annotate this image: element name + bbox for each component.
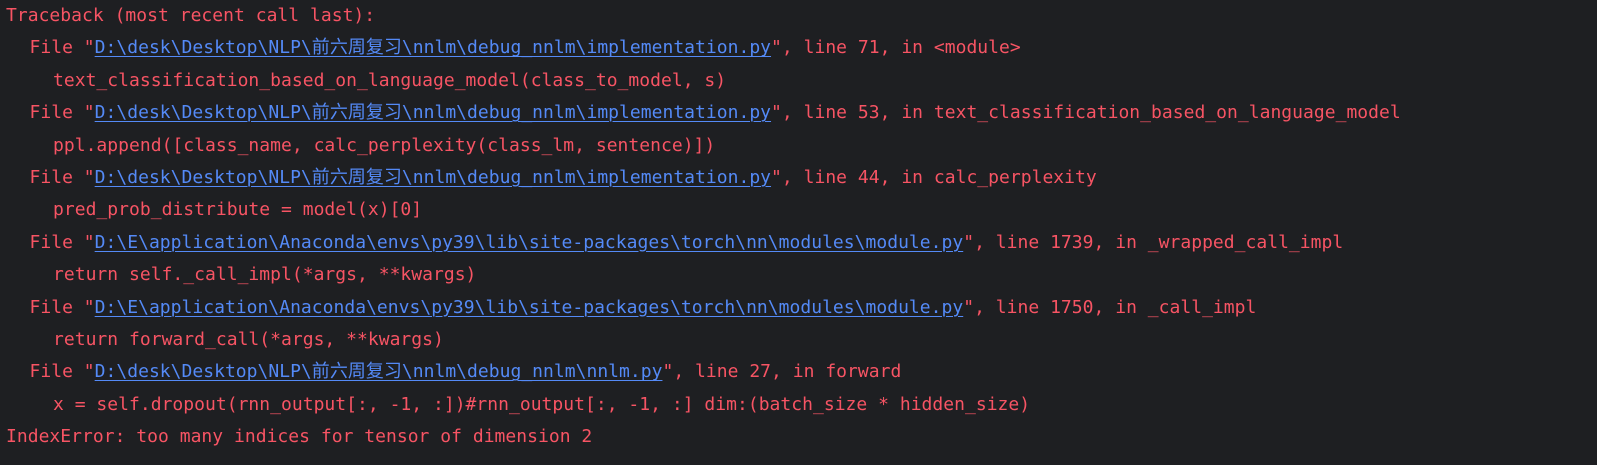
frame-code-line: x = self.dropout(rnn_output[:, -1, :])#r… (53, 393, 1031, 415)
file-prefix: File " (29, 166, 95, 188)
traceback-header: Traceback (most recent call last): (6, 5, 376, 26)
frame-code-line: return forward_call(*args, **kwargs) (53, 328, 444, 350)
frame-file-line: File "D:\E\application\Anaconda\envs\py3… (6, 227, 1591, 259)
file-prefix: File " (29, 361, 95, 383)
frame-code-line: ppl.append([class_name, calc_perplexity(… (53, 134, 716, 156)
file-suffix: ", line 44, in calc_perplexity (771, 166, 1097, 188)
frame-file-line: File "D:\desk\Desktop\NLP\前六周复习\nnlm\deb… (6, 97, 1591, 129)
file-prefix: File " (29, 102, 95, 124)
frame-code-line: return self._call_impl(*args, **kwargs) (53, 264, 477, 286)
frame-file-line: File "D:\desk\Desktop\NLP\前六周复习\nnlm\deb… (6, 162, 1591, 194)
frame-code-line: pred_prob_distribute = model(x)[0] (53, 199, 423, 221)
file-path-link[interactable]: D:\desk\Desktop\NLP\前六周复习\nnlm\debug_nnl… (95, 167, 771, 188)
file-path-link[interactable]: D:\E\application\Anaconda\envs\py39\lib\… (95, 297, 964, 318)
frame-file-line: File "D:\desk\Desktop\NLP\前六周复习\nnlm\deb… (6, 32, 1591, 64)
frame-file-line: File "D:\desk\Desktop\NLP\前六周复习\nnlm\deb… (6, 356, 1591, 388)
file-suffix: ", line 71, in <module> (771, 37, 1021, 59)
frame-file-line: File "D:\E\application\Anaconda\envs\py3… (6, 292, 1591, 324)
file-path-link[interactable]: D:\E\application\Anaconda\envs\py39\lib\… (95, 232, 964, 253)
error-message: IndexError: too many indices for tensor … (6, 426, 593, 448)
file-suffix: ", line 1750, in _call_impl (963, 296, 1257, 318)
file-suffix: ", line 27, in forward (662, 361, 902, 383)
file-suffix: ", line 53, in text_classification_based… (771, 102, 1401, 124)
file-path-link[interactable]: D:\desk\Desktop\NLP\前六周复习\nnlm\debug_nnl… (95, 37, 771, 58)
file-prefix: File " (29, 231, 95, 253)
frame-code-line: text_classification_based_on_language_mo… (53, 69, 727, 91)
file-path-link[interactable]: D:\desk\Desktop\NLP\前六周复习\nnlm\debug_nnl… (95, 102, 771, 123)
file-path-link[interactable]: D:\desk\Desktop\NLP\前六周复习\nnlm\debug_nnl… (95, 361, 663, 382)
file-suffix: ", line 1739, in _wrapped_call_impl (963, 231, 1344, 253)
console-output: Traceback (most recent call last): File … (6, 0, 1591, 465)
file-prefix: File " (29, 296, 95, 318)
file-prefix: File " (29, 37, 95, 59)
